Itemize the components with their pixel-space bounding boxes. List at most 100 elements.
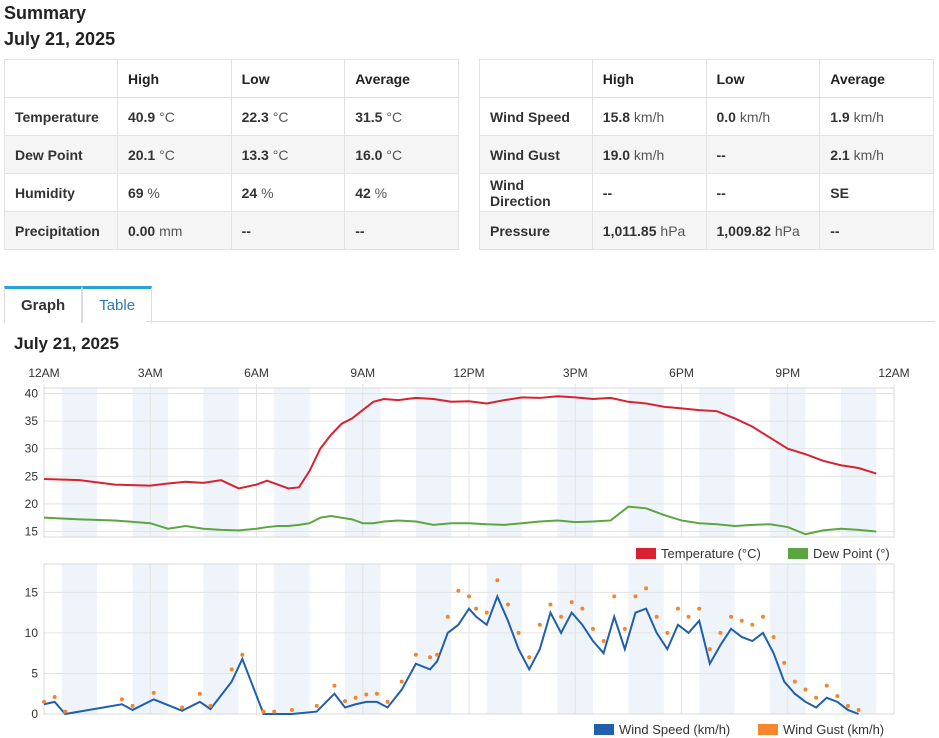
- table-cell: 13.3 °C: [230, 135, 346, 174]
- gust-point: [130, 703, 135, 708]
- cell-value: 24: [241, 184, 258, 201]
- gust-point: [548, 602, 553, 607]
- summary-title: Summary: [4, 3, 87, 23]
- cell-unit: °C: [272, 108, 289, 125]
- cell-unit: hPa: [774, 222, 800, 239]
- hour-band: [628, 388, 664, 537]
- hour-band: [61, 388, 98, 537]
- gust-point: [601, 639, 606, 644]
- cell-unit: mm: [159, 222, 183, 239]
- hour-band: [274, 564, 310, 714]
- gust-point: [261, 709, 266, 714]
- gust-point: [537, 622, 542, 627]
- gust-point: [151, 690, 156, 695]
- left-header-low: Low: [230, 59, 346, 98]
- gust-point: [63, 709, 68, 714]
- table-cell: 42 %: [344, 173, 459, 212]
- x-tick-label: 12AM: [878, 366, 909, 380]
- cell-unit: km/h: [739, 108, 771, 125]
- legend-label: Wind Gust (km/h): [783, 722, 884, 737]
- cell-value: 31.5: [355, 108, 383, 125]
- cell-unit: %: [374, 184, 388, 201]
- cell-value: 0.00: [127, 222, 156, 239]
- cell-value: --: [716, 184, 726, 201]
- temperature-dewpoint-chart: 15 20 25 30 35 40 12AM 3AM 6AM 9AM 12PM 3PM 6PM 9PM 12…: [25, 366, 910, 561]
- gust-point: [197, 691, 202, 696]
- cell-unit: km/h: [853, 108, 884, 125]
- cell-unit: hPa: [660, 222, 686, 239]
- gust-point: [686, 614, 691, 619]
- cell-value: 15.8: [602, 108, 631, 125]
- gust-point: [814, 695, 819, 700]
- table-row: Wind Gust 19.0 km/h -- 2.1 km/h: [479, 135, 934, 174]
- graph-title: July 21, 2025: [14, 334, 119, 353]
- gust-point: [467, 594, 471, 599]
- cell-value: 1,009.82: [716, 222, 772, 239]
- gust-point: [289, 707, 294, 712]
- table-cell: --: [230, 211, 346, 250]
- table-row: Temperature 40.9 °C 22.3 °C 31.5 °C: [4, 97, 459, 136]
- gust-point: [718, 630, 723, 635]
- gust-point: [52, 694, 57, 699]
- y-tick-label: 15: [25, 585, 39, 599]
- gust-point: [803, 687, 808, 692]
- table-cell: 19.0 km/h: [591, 135, 707, 174]
- gust-point: [399, 679, 404, 684]
- y-tick-label: 35: [25, 414, 39, 428]
- gust-point: [240, 652, 245, 657]
- x-tick-label: 9AM: [350, 366, 375, 380]
- right-header-blank: [479, 59, 593, 98]
- legend-swatch: [594, 724, 614, 735]
- table-cell: 2.1 km/h: [819, 135, 934, 174]
- left-header-high: High: [116, 59, 232, 98]
- row-label: Pressure: [479, 211, 593, 250]
- right-header-low: Low: [705, 59, 821, 98]
- gust-point: [364, 692, 369, 697]
- cell-unit: %: [147, 184, 160, 201]
- series-line: [43, 505, 877, 536]
- hour-band: [486, 564, 523, 714]
- row-label: Temperature: [4, 97, 118, 136]
- gust-point: [782, 660, 787, 665]
- gust-point: [760, 614, 765, 619]
- gust-point: [445, 614, 450, 619]
- y-tick-label: 15: [25, 524, 39, 538]
- gust-point: [119, 697, 124, 702]
- gust-point: [474, 606, 479, 611]
- table-cell: 0.0 km/h: [705, 97, 821, 136]
- gust-point: [435, 652, 440, 657]
- y-tick-label: 10: [25, 626, 39, 640]
- y-tick-label: 5: [31, 666, 38, 680]
- y-tick-label: 30: [25, 442, 39, 456]
- cell-value: 2.1: [830, 146, 850, 163]
- gust-point: [612, 594, 617, 599]
- table-cell: 22.3 °C: [230, 97, 346, 136]
- gust-point: [697, 606, 702, 611]
- gust-point: [633, 594, 638, 599]
- gust-point: [739, 618, 744, 623]
- gust-point: [856, 707, 861, 712]
- table-cell: 0.00 mm: [116, 211, 232, 250]
- table-cell: --: [344, 211, 459, 250]
- tab-table[interactable]: Table: [82, 286, 153, 323]
- right-header-average: Average: [819, 59, 934, 98]
- tab-graph[interactable]: Graph: [4, 286, 83, 323]
- gust-point: [835, 694, 840, 699]
- hour-band: [840, 564, 877, 714]
- gust-point: [505, 602, 510, 607]
- table-cell: 1,011.85 hPa: [591, 211, 707, 250]
- cell-unit: °C: [386, 108, 403, 125]
- cell-unit: °C: [159, 146, 175, 163]
- view-tabs: Graph Table: [4, 286, 153, 323]
- cell-value: 20.1: [127, 146, 156, 163]
- table-cell: 1.9 km/h: [819, 97, 934, 136]
- gust-point: [484, 610, 489, 615]
- cell-value: --: [241, 222, 251, 239]
- cell-unit: %: [261, 184, 274, 201]
- cell-value: 0.0: [716, 108, 736, 125]
- gust-point: [654, 614, 659, 619]
- gust-point: [208, 703, 213, 708]
- wind-chart: 0 5 10 15 Wind Speed (km/h) Wind Gust (km/h): [25, 563, 895, 737]
- cell-unit: °C: [159, 108, 175, 125]
- gust-point: [845, 703, 850, 708]
